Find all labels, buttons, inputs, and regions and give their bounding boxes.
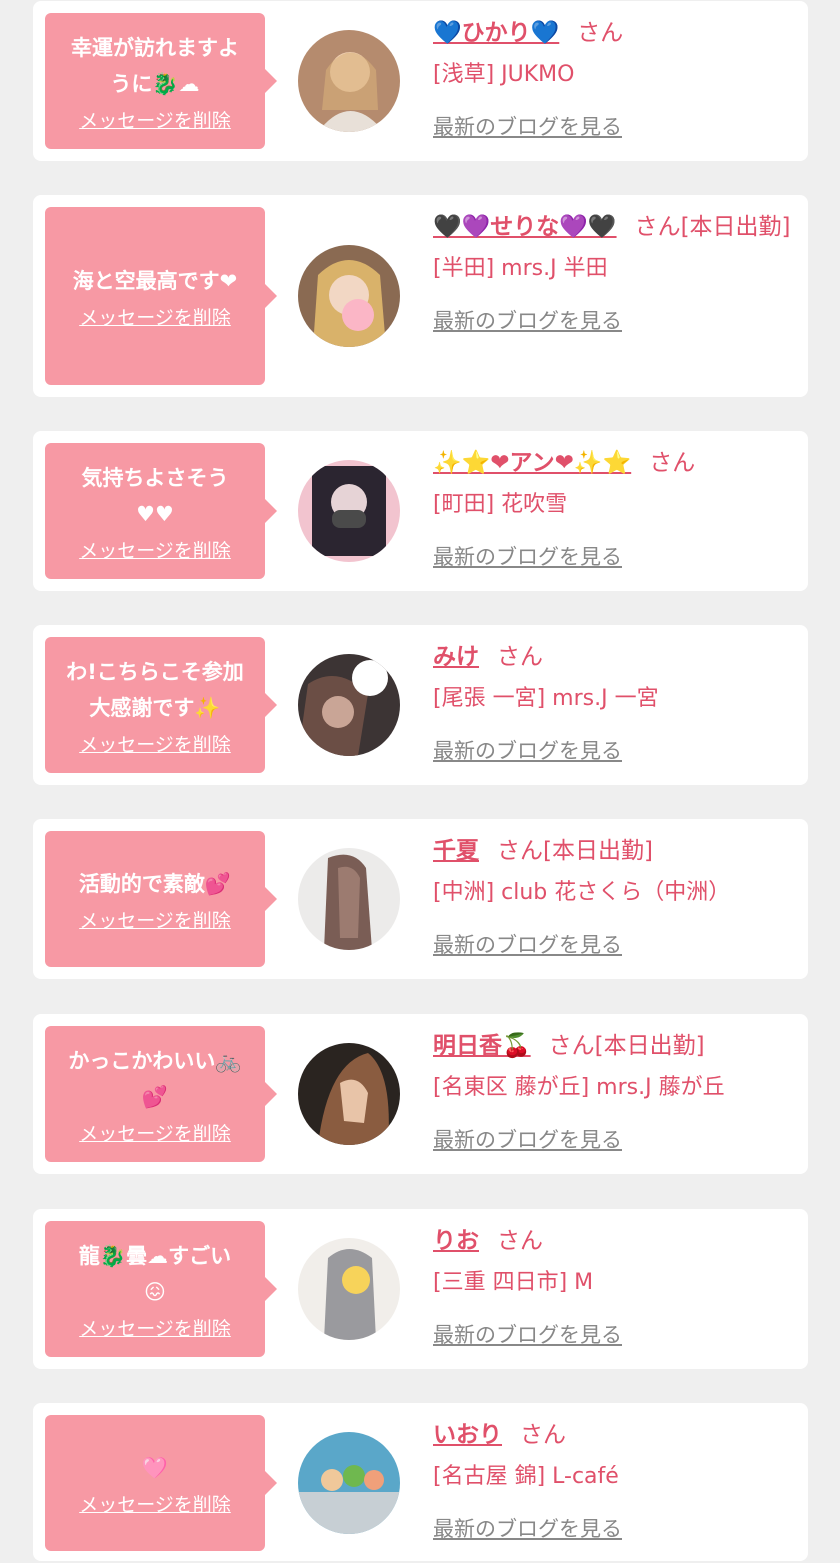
list-item: わ!こちらこそ参加 大感謝です✨ メッセージを削除 みけ さん [尾張 一宮] m… xyxy=(33,625,808,785)
latest-blog-link[interactable]: 最新のブログを見る xyxy=(433,107,622,147)
shop-name: [名古屋 錦] L-café xyxy=(433,1464,619,1489)
profile-info: ✨⭐❤アン❤✨⭐ さん [町田] 花吹雪 最新のブログを見る xyxy=(433,443,798,577)
latest-blog-link[interactable]: 最新のブログを見る xyxy=(433,1315,622,1355)
delete-message-link[interactable]: メッセージを削除 xyxy=(79,1119,231,1146)
message-list: 幸運が訪れますよ うに🐉☁ メッセージを削除 💙ひかり💙 さん [浅草] JUKM… xyxy=(0,0,840,1563)
name-suffix: さん[本日出勤] xyxy=(497,838,653,864)
list-item: 活動的で素敵💕 メッセージを削除 千夏 さん[本日出勤] [中洲] club 花さ… xyxy=(33,819,808,979)
name-line: 💙ひかり💙 さん xyxy=(433,13,798,53)
profile-name-link[interactable]: 🖤💜せりな💜🖤 xyxy=(433,214,617,240)
profile-info: 明日香🍒 さん[本日出勤] [名東区 藤が丘] mrs.J 藤が丘 最新のブログを… xyxy=(433,1026,798,1160)
latest-blog-link[interactable]: 最新のブログを見る xyxy=(433,925,622,965)
list-item: かっこかわいい🚲 💕 メッセージを削除 明日香🍒 さん[本日出勤] [名東区 藤が… xyxy=(33,1014,808,1174)
profile-name-link[interactable]: りお xyxy=(433,1228,479,1254)
profile-name-link[interactable]: 千夏 xyxy=(433,838,479,864)
name-line: 千夏 さん[本日出勤] xyxy=(433,831,798,871)
delete-message-link[interactable]: メッセージを削除 xyxy=(79,906,231,933)
message-bubble: かっこかわいい🚲 💕 メッセージを削除 xyxy=(45,1026,277,1162)
list-item: 幸運が訪れますよ うに🐉☁ メッセージを削除 💙ひかり💙 さん [浅草] JUKM… xyxy=(33,1,808,161)
message-text: 幸運が訪れますよ うに🐉☁ xyxy=(71,35,239,96)
shop-name: [中洲] club 花さくら（中洲） xyxy=(433,880,731,905)
profile-name-link[interactable]: 💙ひかり💙 xyxy=(433,20,559,46)
delete-message-link[interactable]: メッセージを削除 xyxy=(79,1314,231,1341)
profile-info: いおり さん [名古屋 錦] L-café 最新のブログを見る xyxy=(433,1415,798,1549)
latest-blog-link[interactable]: 最新のブログを見る xyxy=(433,731,622,771)
message-bubble: 海と空最高です❤ メッセージを削除 xyxy=(45,207,277,385)
message-text: 龍🐉曇☁すごい 😖 xyxy=(78,1243,232,1304)
profile-info: りお さん [三重 四日市] M 最新のブログを見る xyxy=(433,1221,798,1355)
avatar[interactable] xyxy=(298,654,400,756)
delete-message-link[interactable]: メッセージを削除 xyxy=(79,303,231,330)
message-bubble: 🩷 メッセージを削除 xyxy=(45,1415,277,1551)
message-bubble: 龍🐉曇☁すごい 😖 メッセージを削除 xyxy=(45,1221,277,1357)
message-text: わ!こちらこそ参加 大感謝です✨ xyxy=(66,659,244,720)
delete-message-link[interactable]: メッセージを削除 xyxy=(79,106,231,133)
name-suffix: さん xyxy=(520,1422,566,1448)
shop-name: [三重 四日市] M xyxy=(433,1270,594,1295)
list-item: 🩷 メッセージを削除 いおり さん [名古屋 錦] L-café 最新のブログを見… xyxy=(33,1403,808,1561)
delete-message-link[interactable]: メッセージを削除 xyxy=(79,1490,231,1517)
list-item: 海と空最高です❤ メッセージを削除 🖤💜せりな💜🖤 さん[本日出勤] [半田] m… xyxy=(33,195,808,397)
latest-blog-link[interactable]: 最新のブログを見る xyxy=(433,1509,622,1549)
message-text: 海と空最高です❤ xyxy=(72,268,238,293)
latest-blog-link[interactable]: 最新のブログを見る xyxy=(433,1120,622,1160)
latest-blog-link[interactable]: 最新のブログを見る xyxy=(433,301,622,341)
avatar[interactable] xyxy=(298,1043,400,1145)
name-line: ✨⭐❤アン❤✨⭐ さん xyxy=(433,443,798,483)
message-bubble: わ!こちらこそ参加 大感謝です✨ メッセージを削除 xyxy=(45,637,277,773)
avatar[interactable] xyxy=(298,1432,400,1534)
profile-name-link[interactable]: いおり xyxy=(433,1422,502,1448)
shop-name: [尾張 一宮] mrs.J 一宮 xyxy=(433,686,659,711)
shop-name: [町田] 花吹雪 xyxy=(433,492,568,517)
name-suffix: さん xyxy=(649,450,696,476)
shop-name: [名東区 藤が丘] mrs.J 藤が丘 xyxy=(433,1075,725,1100)
message-text: 気持ちよさそう ♥♥ xyxy=(81,465,229,526)
name-line: りお さん xyxy=(433,1221,798,1261)
message-text: 活動的で素敵💕 xyxy=(78,871,232,896)
shop-name: [半田] mrs.J 半田 xyxy=(433,256,608,281)
name-suffix: さん xyxy=(577,20,624,46)
name-suffix: さん[本日出勤] xyxy=(634,214,791,240)
profile-info: 千夏 さん[本日出勤] [中洲] club 花さくら（中洲） 最新のブログを見る xyxy=(433,831,798,965)
message-bubble: 気持ちよさそう ♥♥ メッセージを削除 xyxy=(45,443,277,579)
profile-name-link[interactable]: 明日香🍒 xyxy=(433,1033,531,1059)
avatar[interactable] xyxy=(298,1238,400,1340)
latest-blog-link[interactable]: 最新のブログを見る xyxy=(433,537,622,577)
name-line: 明日香🍒 さん[本日出勤] xyxy=(433,1026,798,1066)
profile-name-link[interactable]: みけ xyxy=(433,644,479,670)
avatar[interactable] xyxy=(298,848,400,950)
message-bubble: 活動的で素敵💕 メッセージを削除 xyxy=(45,831,277,967)
name-suffix: さん[本日出勤] xyxy=(548,1033,705,1059)
profile-info: みけ さん [尾張 一宮] mrs.J 一宮 最新のブログを見る xyxy=(433,637,798,771)
profile-info: 💙ひかり💙 さん [浅草] JUKMO 最新のブログを見る xyxy=(433,13,798,147)
avatar[interactable] xyxy=(298,245,400,347)
name-line: 🖤💜せりな💜🖤 さん[本日出勤] xyxy=(433,207,798,247)
name-line: みけ さん xyxy=(433,637,798,677)
message-text: 🩷 xyxy=(141,1455,169,1480)
message-text: かっこかわいい🚲 💕 xyxy=(68,1048,242,1109)
avatar[interactable] xyxy=(298,30,400,132)
delete-message-link[interactable]: メッセージを削除 xyxy=(79,730,231,757)
avatar[interactable] xyxy=(298,460,400,562)
profile-info: 🖤💜せりな💜🖤 さん[本日出勤] [半田] mrs.J 半田 最新のブログを見る xyxy=(433,207,798,341)
profile-name-link[interactable]: ✨⭐❤アン❤✨⭐ xyxy=(433,450,631,476)
list-item: 龍🐉曇☁すごい 😖 メッセージを削除 りお さん [三重 四日市] M 最新のブロ… xyxy=(33,1209,808,1369)
name-suffix: さん xyxy=(497,644,543,670)
name-line: いおり さん xyxy=(433,1415,798,1455)
delete-message-link[interactable]: メッセージを削除 xyxy=(79,536,231,563)
message-bubble: 幸運が訪れますよ うに🐉☁ メッセージを削除 xyxy=(45,13,277,149)
name-suffix: さん xyxy=(497,1228,543,1254)
shop-name: [浅草] JUKMO xyxy=(433,62,575,87)
list-item: 気持ちよさそう ♥♥ メッセージを削除 ✨⭐❤アン❤✨⭐ さん [町田] 花吹雪 … xyxy=(33,431,808,591)
